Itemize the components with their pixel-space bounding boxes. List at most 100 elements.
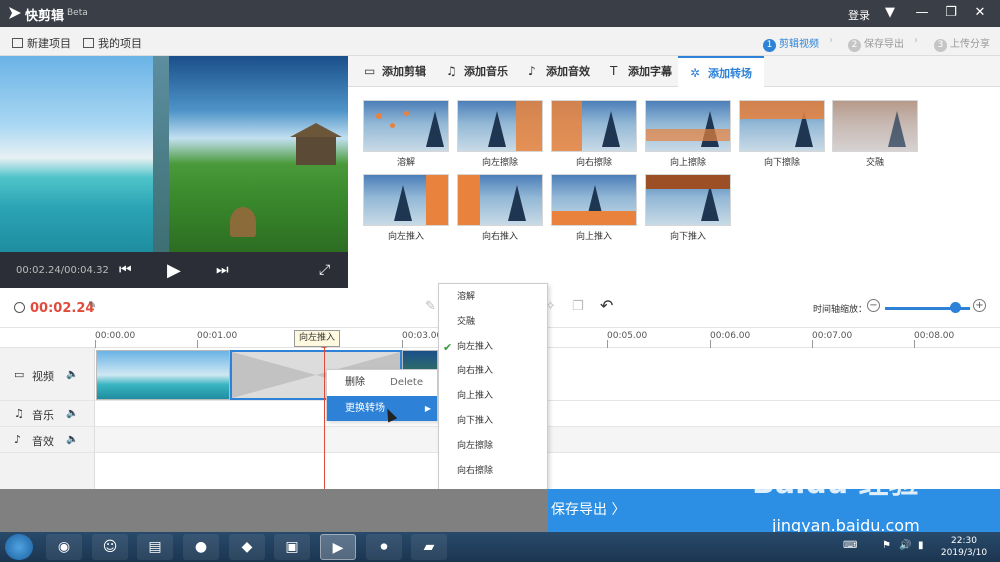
previous-frame-icon[interactable]: ⏮: [119, 262, 132, 278]
maximize-icon[interactable]: ❐: [941, 4, 961, 22]
track-label: 音乐: [32, 409, 54, 422]
taskbar-app-icon[interactable]: ◆: [229, 534, 265, 560]
tab-add-clip[interactable]: ▭ 添加剪辑: [364, 56, 426, 87]
submenu-item[interactable]: 向上推入: [439, 384, 547, 409]
app-name: 快剪辑: [25, 9, 65, 24]
login-link[interactable]: 登录: [848, 7, 870, 23]
track-label: 视频: [32, 370, 54, 383]
new-project-label: 新建项目: [27, 37, 71, 50]
ruler-tick-label: 00:01.00: [197, 331, 238, 341]
step-edit-video[interactable]: 1 剪辑视频: [763, 35, 819, 52]
transition-thumb-wipe-right[interactable]: [551, 100, 637, 152]
transition-thumb-push-down[interactable]: [645, 174, 731, 226]
tree-shape: [602, 111, 620, 147]
transition-thumb-blend[interactable]: [832, 100, 918, 152]
tray-security-icon[interactable]: ⚑: [882, 540, 891, 551]
submenu-item[interactable]: 向右推入: [439, 359, 547, 384]
tab-label: 添加字幕: [628, 65, 672, 78]
edit-time-icon[interactable]: ✎: [88, 300, 96, 311]
push-overlay: [458, 175, 480, 225]
volume-icon[interactable]: 🔈: [66, 369, 78, 380]
transition-thumb-dissolve[interactable]: [363, 100, 449, 152]
step-label: 保存导出: [864, 39, 904, 50]
empty-track-header: [0, 453, 95, 489]
tab-add-transition[interactable]: ✲ 添加转场: [678, 56, 764, 87]
menu-item-replace-transition[interactable]: 更换转场 ▶: [327, 396, 437, 421]
step-number: 1: [763, 39, 776, 52]
clip-context-menu: 删除 Delete 更换转场 ▶: [326, 369, 438, 421]
video-clip-beach[interactable]: [96, 350, 230, 400]
taskbar-notes-icon[interactable]: ▰: [411, 534, 447, 560]
playhead-line: [324, 333, 325, 490]
taskbar-clock[interactable]: 22:30 2019/3/10: [938, 535, 990, 559]
taskbar-kuaijianji-icon[interactable]: ▶: [320, 534, 356, 560]
split-icon: ✎: [425, 299, 436, 314]
play-icon[interactable]: ▶: [167, 260, 181, 281]
menu-shortcut: Delete: [390, 377, 423, 388]
submenu-item-label: 向左推入: [457, 341, 494, 352]
volume-icon[interactable]: 🔈: [66, 434, 78, 445]
transition-icon: ✲: [690, 66, 701, 80]
current-time: 00:02.24: [30, 301, 95, 316]
taskbar-record-icon[interactable]: ⏺: [366, 534, 402, 560]
taskbar-video-icon[interactable]: ▣: [274, 534, 310, 560]
minimize-icon[interactable]: —: [912, 4, 932, 22]
transition-thumb-push-up[interactable]: [551, 174, 637, 226]
taskbar-360-icon[interactable]: ◉: [46, 534, 82, 560]
dropdown-menu-icon[interactable]: ▼: [880, 4, 900, 22]
transition-thumb-push-right[interactable]: [457, 174, 543, 226]
folder-icon: [83, 38, 94, 48]
taskbar-firefox-icon[interactable]: ●: [183, 534, 219, 560]
tree-shape: [394, 185, 412, 221]
preview-haystack: [230, 207, 256, 237]
tab-add-subtitle[interactable]: T 添加字幕: [610, 56, 672, 87]
step-upload-share[interactable]: 3 上传分享: [934, 35, 990, 52]
preview-transition-edge: [153, 56, 169, 252]
taskbar-explorer-icon[interactable]: ▤: [137, 534, 173, 560]
my-projects-button[interactable]: 我的项目: [83, 35, 142, 51]
transition-thumb-wipe-up[interactable]: [645, 100, 731, 152]
step-number: 3: [934, 39, 947, 52]
undo-icon[interactable]: ↶: [600, 296, 613, 315]
transition-label: 向上推入: [575, 232, 612, 242]
ruler-tick: [710, 340, 711, 348]
transition-thumb-wipe-down[interactable]: [739, 100, 825, 152]
tray-volume-icon[interactable]: 🔊: [899, 540, 911, 551]
close-icon[interactable]: ✕: [970, 4, 990, 22]
push-overlay: [646, 175, 730, 189]
preview-hut: [290, 123, 342, 165]
save-export-label: 保存导出 〉: [551, 502, 626, 518]
step-save-export[interactable]: 2 保存导出: [848, 35, 904, 52]
taskbar-qq-icon[interactable]: ☺: [92, 534, 128, 560]
volume-icon[interactable]: 🔈: [66, 408, 78, 419]
submenu-item[interactable]: 向下推入: [439, 409, 547, 434]
zoom-slider-handle[interactable]: [950, 302, 961, 313]
tab-add-sound-effect[interactable]: ♪ 添加音效: [528, 56, 590, 87]
zoom-in-icon[interactable]: +: [973, 299, 986, 312]
submenu-item[interactable]: 向右擦除: [439, 459, 547, 484]
transition-thumb-wipe-left[interactable]: [457, 100, 543, 152]
tab-add-music[interactable]: ♫ 添加音乐: [446, 56, 508, 87]
zoom-out-icon[interactable]: −: [867, 299, 880, 312]
track-label: 音效: [32, 435, 54, 448]
preview-frame-beach: [0, 56, 153, 252]
submenu-item[interactable]: ✔ 向左推入: [439, 335, 547, 360]
submenu-item[interactable]: 向左擦除: [439, 434, 547, 459]
tray-keyboard-icon[interactable]: ⌨: [843, 540, 857, 551]
clock-icon: [14, 302, 25, 313]
wipe-overlay: [646, 129, 730, 141]
fullscreen-icon[interactable]: ⤢: [319, 262, 330, 278]
windows-start-icon[interactable]: [5, 534, 33, 560]
submenu-item-label: 向右推入: [457, 366, 494, 377]
music-track-icon: ♫: [14, 407, 24, 420]
submenu-item[interactable]: 交融: [439, 310, 547, 335]
tray-network-icon[interactable]: ▮: [918, 540, 924, 551]
new-project-button[interactable]: 新建项目: [12, 35, 71, 51]
transition-label: 向右推入: [481, 232, 518, 242]
submenu-item[interactable]: 溶解: [439, 285, 547, 310]
tree-shape: [488, 111, 506, 147]
transition-thumb-push-left[interactable]: [363, 174, 449, 226]
menu-item-delete[interactable]: 删除 Delete: [327, 370, 437, 395]
ruler-tick-label: 00:07.00: [812, 331, 853, 341]
next-frame-icon[interactable]: ⏭: [216, 262, 229, 278]
